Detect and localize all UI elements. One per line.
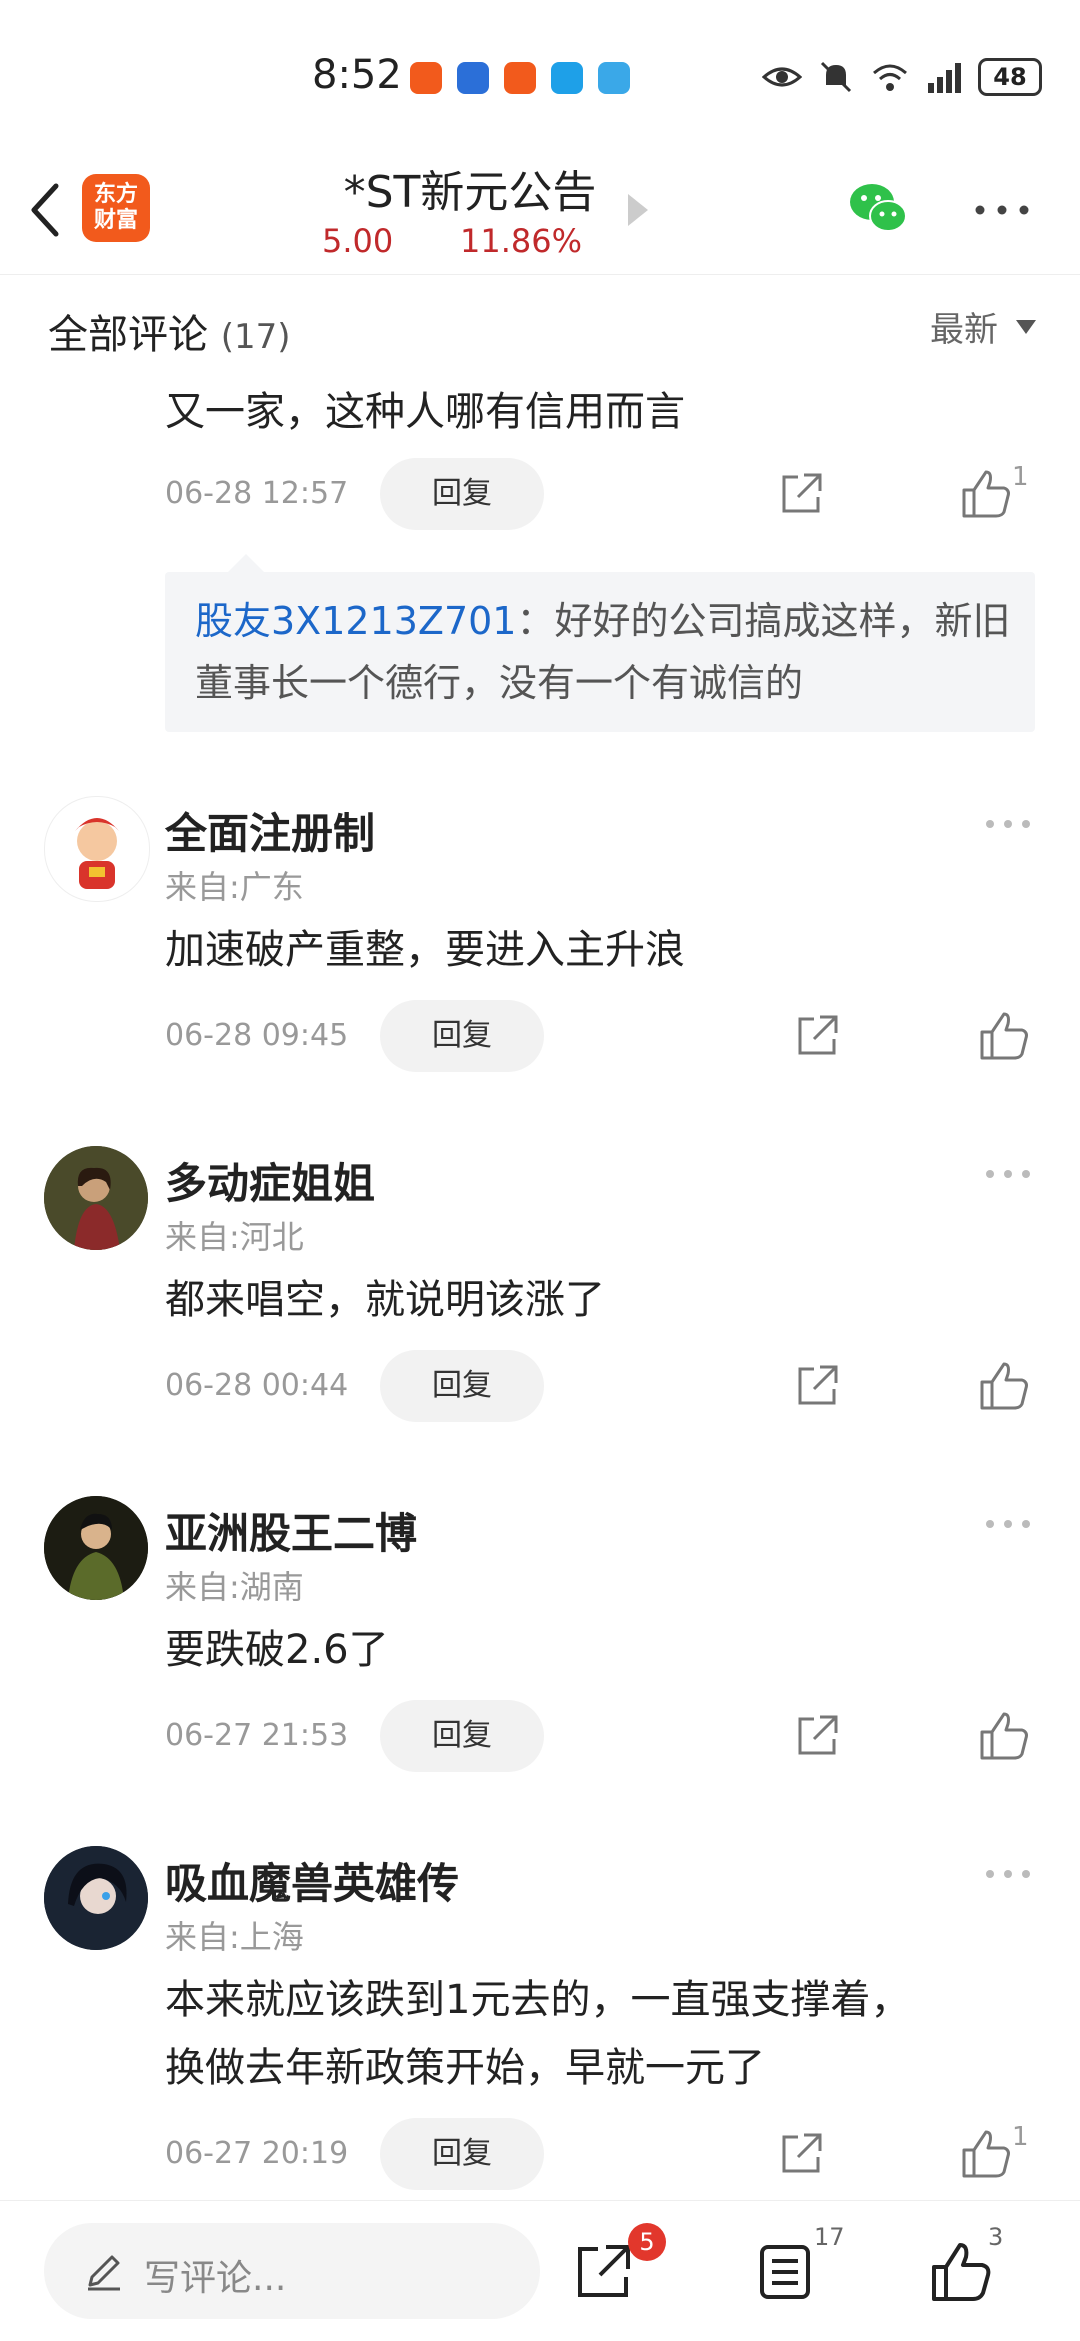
more-options-icon[interactable] (972, 200, 1032, 220)
comment-input[interactable]: 写评论... (44, 2223, 540, 2319)
status-time: 8:52 (312, 52, 402, 98)
notification-icons (410, 62, 630, 94)
more-options-icon[interactable] (984, 1168, 1032, 1180)
like-thumb-icon[interactable] (960, 2128, 1012, 2180)
username[interactable]: 吸血魔兽英雄传 (165, 1850, 459, 1911)
comment-time: 06-27 20:19 (165, 2136, 349, 2171)
eye-icon (762, 67, 802, 87)
reply-button[interactable]: 回复 (380, 1700, 544, 1772)
quoted-reply[interactable]: 股友3X1213Z701：好好的公司搞成这样，新旧董事长一个德行，没有一个有诚信… (165, 572, 1035, 732)
comment-time: 06-28 00:44 (165, 1368, 349, 1403)
system-icons: 48 (762, 58, 1042, 96)
username[interactable]: 亚洲股王二博 (165, 1500, 417, 1561)
like-count: 3 (988, 2223, 1004, 2251)
reply-button[interactable]: 回复 (380, 1000, 544, 1072)
comment-input-placeholder: 写评论... (144, 2258, 287, 2299)
comment-time: 06-27 21:53 (165, 1718, 349, 1753)
share-icon[interactable] (794, 1363, 840, 1409)
search-app-icon (551, 62, 583, 94)
more-options-icon[interactable] (984, 818, 1032, 830)
user-location: 来自:湖南 (165, 1568, 304, 1606)
like-thumb-icon[interactable] (978, 1010, 1030, 1062)
reply-button[interactable]: 回复 (380, 1350, 544, 1422)
avatar-image (75, 818, 119, 889)
share-badge: 5 (628, 2223, 666, 2261)
more-options-icon[interactable] (984, 1868, 1032, 1880)
page-title[interactable]: *ST新元公告 (320, 156, 620, 220)
quoted-username[interactable]: 股友3X1213Z701 (195, 599, 516, 643)
top-nav-bar: 东方 财富 *ST新元公告 5.00 11.86% (0, 150, 1080, 275)
bottom-action-bar: 写评论... 5 17 3 (0, 2200, 1080, 2341)
status-bar: 8:52 48 (0, 0, 1080, 150)
like-count: 1 (1012, 2122, 1029, 2152)
user-location: 来自:上海 (165, 1918, 304, 1956)
wechat-share-icon[interactable] (846, 178, 910, 238)
pencil-icon (88, 2255, 120, 2291)
comment-time: 06-28 09:45 (165, 1018, 349, 1053)
sort-dropdown[interactable]: 最新 (930, 302, 1036, 351)
stock-change-percent: 11.86% (460, 222, 583, 260)
like-thumb-icon[interactable] (930, 2241, 992, 2303)
avatar-image (44, 1146, 148, 1250)
comment-text: 要跌破2.6了 (165, 1627, 389, 1673)
share-icon[interactable] (778, 471, 824, 517)
comment-text: 本来就应该跌到1元去的，一直强支撑着， (165, 1977, 911, 2023)
quote-pointer (228, 554, 264, 572)
mute-icon (820, 61, 852, 93)
comment-list-icon[interactable] (754, 2241, 816, 2303)
avatar[interactable] (44, 796, 150, 902)
more-options-icon[interactable] (984, 1518, 1032, 1530)
comment-text: 都来唱空，就说明该涨了 (165, 1277, 605, 1323)
avatar-image (44, 1496, 148, 1600)
share-icon[interactable] (794, 1013, 840, 1059)
like-count: 1 (1012, 462, 1029, 492)
dropdown-arrow-icon (1016, 319, 1036, 334)
like-thumb-icon[interactable] (960, 468, 1012, 520)
share-icon[interactable] (778, 2131, 824, 2177)
wifi-icon (873, 64, 907, 91)
app-notification-icon (598, 62, 630, 94)
reply-button[interactable]: 回复 (380, 2118, 544, 2190)
comment-time: 06-28 12:57 (165, 476, 349, 511)
battery-indicator: 48 (978, 58, 1042, 96)
share-icon[interactable] (794, 1713, 840, 1759)
user-location: 来自:广东 (165, 868, 304, 906)
share-icon[interactable] (572, 2241, 634, 2303)
comments-section-title: 全部评论 (17) (48, 312, 291, 358)
app-notification-icon (457, 62, 489, 94)
comment-text-line2: 换做去年新政策开始，早就一元了 (165, 2045, 765, 2091)
app-notification-icon (410, 62, 442, 94)
comment-text: 又一家，这种人哪有信用而言 (165, 389, 685, 435)
avatar-image (44, 1846, 148, 1950)
avatar[interactable] (44, 1146, 148, 1250)
avatar[interactable] (44, 1496, 148, 1600)
comments-count: (17) (220, 317, 291, 357)
username[interactable]: 多动症姐姐 (165, 1150, 375, 1211)
user-location: 来自:河北 (165, 1218, 304, 1256)
comment-count: 17 (814, 2223, 845, 2251)
signal-icon (928, 63, 961, 93)
avatar[interactable] (44, 1846, 148, 1950)
comment-text: 加速破产重整，要进入主升浪 (165, 927, 685, 973)
like-thumb-icon[interactable] (978, 1360, 1030, 1412)
reply-button[interactable]: 回复 (380, 458, 544, 530)
stock-price: 5.00 (322, 222, 394, 260)
app-notification-icon (504, 62, 536, 94)
like-thumb-icon[interactable] (978, 1710, 1030, 1762)
app-logo: 东方 财富 (82, 174, 150, 242)
username[interactable]: 全面注册制 (165, 800, 375, 861)
back-arrow-icon[interactable] (22, 180, 72, 240)
expand-triangle-icon[interactable] (628, 194, 648, 226)
